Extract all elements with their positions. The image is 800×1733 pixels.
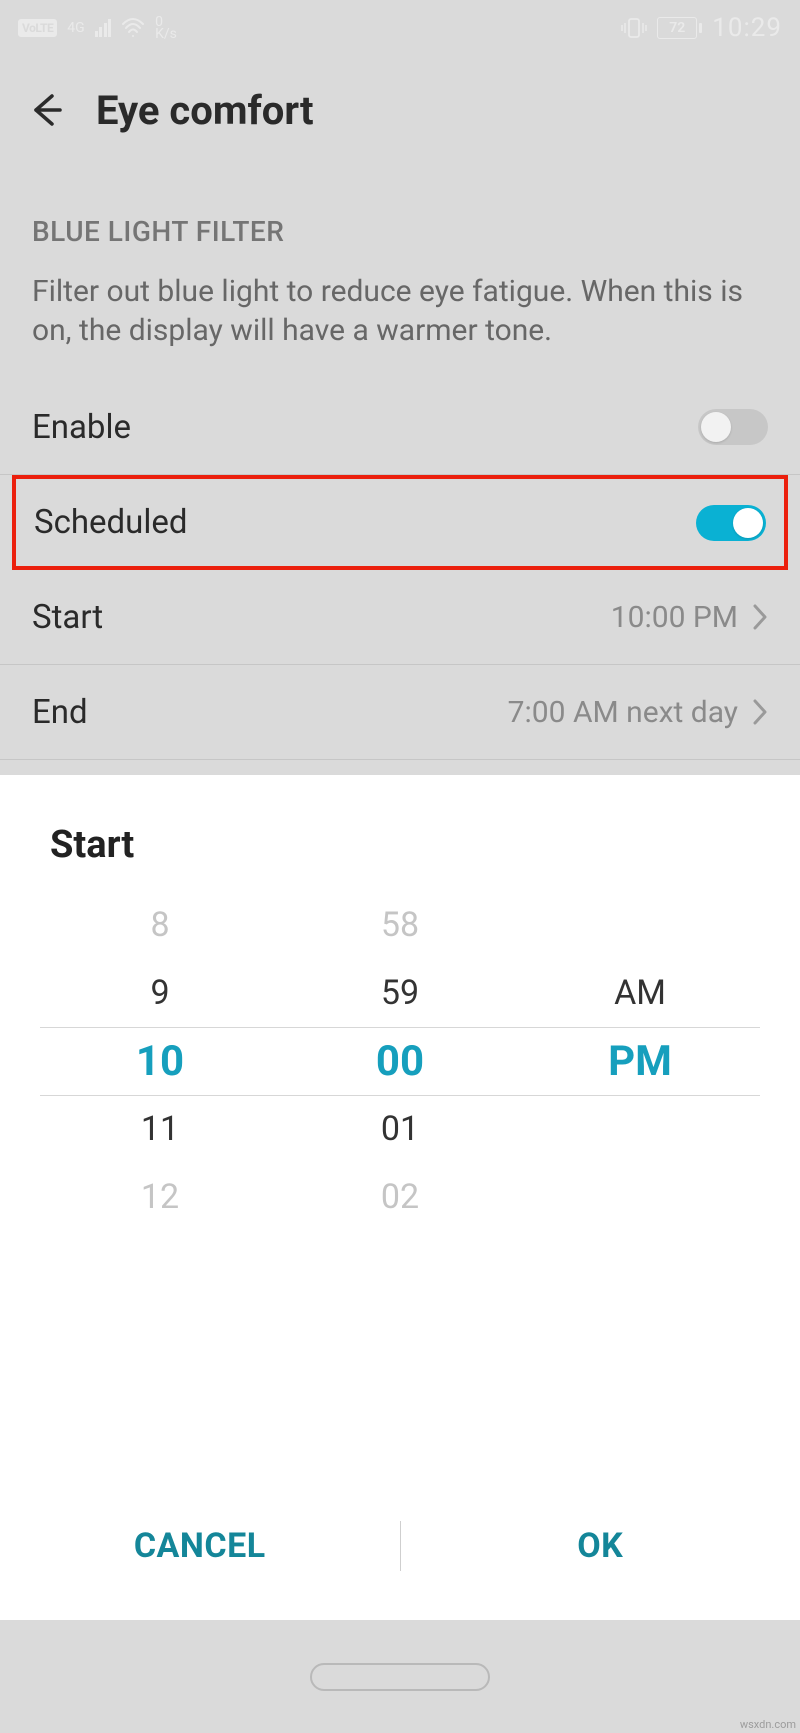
network-speed: 0 K/s xyxy=(155,16,177,40)
picker-ampm-column[interactable]: AM PM xyxy=(520,891,760,1231)
network-generation: 4G xyxy=(67,22,84,34)
row-end-value: 7:00 AM next day xyxy=(508,695,738,730)
dialog-title: Start xyxy=(0,775,800,891)
status-left: VoLTE 4G 0 K/s xyxy=(18,16,177,40)
status-right: 72 10:29 xyxy=(621,13,782,43)
chevron-right-icon xyxy=(752,698,768,726)
navigation-bar xyxy=(0,1620,800,1733)
back-icon[interactable] xyxy=(26,90,66,130)
picker-minute-column[interactable]: 58 59 00 01 02 xyxy=(280,891,520,1231)
row-end-label: End xyxy=(32,693,88,732)
row-start-value: 10:00 PM xyxy=(611,600,738,635)
row-scheduled-label: Scheduled xyxy=(34,503,187,542)
wifi-icon xyxy=(121,18,145,38)
row-start[interactable]: Start 10:00 PM xyxy=(0,570,800,665)
section-label: BLUE LIGHT FILTER xyxy=(0,165,800,258)
home-pill-icon[interactable] xyxy=(310,1663,490,1691)
minute-selected: 00 xyxy=(280,1027,520,1095)
ok-button[interactable]: OK xyxy=(401,1526,800,1566)
vibrate-icon xyxy=(621,17,647,39)
row-enable[interactable]: Enable xyxy=(0,380,800,475)
watermark: wsxdn.com xyxy=(740,1718,796,1731)
hour-selected: 10 xyxy=(40,1027,280,1095)
row-end[interactable]: End 7:00 AM next day xyxy=(0,665,800,760)
hour-plus1: 11 xyxy=(40,1095,280,1163)
header: Eye comfort xyxy=(0,55,800,165)
ampm-minus1: AM xyxy=(520,959,760,1027)
ampm-selected: PM xyxy=(520,1027,760,1095)
row-start-label: Start xyxy=(32,598,103,637)
battery-icon: 72 xyxy=(657,17,702,39)
status-bar: VoLTE 4G 0 K/s 72 10:29 xyxy=(0,0,800,55)
picker-hour-column[interactable]: 8 9 10 11 12 xyxy=(40,891,280,1231)
hour-plus2: 12 xyxy=(40,1163,280,1231)
hour-minus1: 9 xyxy=(40,959,280,1027)
page-title: Eye comfort xyxy=(96,87,314,134)
minute-plus1: 01 xyxy=(280,1095,520,1163)
clock: 10:29 xyxy=(712,13,782,43)
minute-minus1: 59 xyxy=(280,959,520,1027)
row-enable-label: Enable xyxy=(32,408,131,447)
signal-icon xyxy=(95,19,112,37)
toggle-enable[interactable] xyxy=(698,409,768,445)
section-description: Filter out blue light to reduce eye fati… xyxy=(0,258,800,380)
toggle-scheduled[interactable] xyxy=(696,505,766,541)
battery-level: 72 xyxy=(657,17,697,39)
volte-badge: VoLTE xyxy=(18,19,57,37)
dialog-actions: CANCEL OK xyxy=(0,1506,800,1586)
content: BLUE LIGHT FILTER Filter out blue light … xyxy=(0,165,800,760)
time-picker[interactable]: 8 9 10 11 12 58 59 00 01 02 AM PM xyxy=(0,891,800,1231)
minute-plus2: 02 xyxy=(280,1163,520,1231)
cancel-button[interactable]: CANCEL xyxy=(0,1526,400,1566)
hour-minus2: 8 xyxy=(40,891,280,959)
minute-minus2: 58 xyxy=(280,891,520,959)
time-picker-dialog: Start 8 9 10 11 12 58 59 00 01 02 AM PM xyxy=(0,775,800,1620)
chevron-right-icon xyxy=(752,603,768,631)
row-scheduled[interactable]: Scheduled xyxy=(12,475,788,570)
